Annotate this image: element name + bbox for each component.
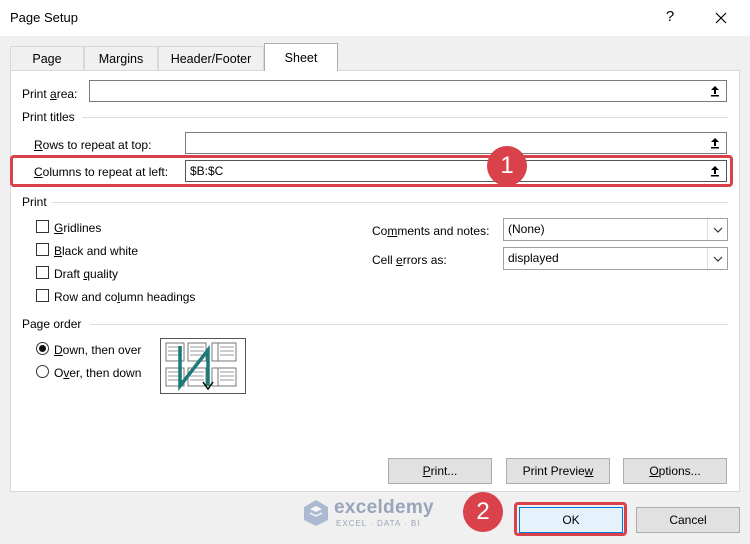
tab-sheet[interactable]: Sheet [264, 43, 338, 71]
draft-quality-checkbox[interactable] [36, 266, 49, 279]
draft-quality-label: Draft quality [54, 267, 119, 281]
cols-repeat-collapse-button[interactable] [705, 162, 725, 180]
print-preview-button[interactable]: Print Preview [506, 458, 610, 484]
upload-arrow-icon [711, 166, 719, 177]
print-area-collapse-button[interactable] [705, 82, 725, 100]
print-titles-separator [82, 117, 728, 118]
help-button[interactable]: ? [658, 8, 682, 28]
over-then-down-radio[interactable] [36, 365, 49, 378]
cell-errors-select-value: displayed [508, 251, 559, 265]
exceldemy-watermark: exceldemy EXCEL · DATA · BI [300, 496, 460, 532]
row-column-headings-checkbox[interactable] [36, 289, 49, 302]
upload-arrow-icon [711, 86, 719, 97]
page-order-header: Page order [22, 317, 82, 331]
tab-page[interactable]: Page [10, 46, 84, 70]
annotation-badge-2: 2 [463, 492, 503, 532]
watermark-sub: EXCEL · DATA · BI [336, 519, 421, 528]
rows-repeat-collapse-button[interactable] [705, 134, 725, 152]
row-column-headings-label: Row and column headings [54, 290, 196, 304]
exceldemy-logo-icon [304, 500, 328, 526]
cell-errors-label: Cell errors as: [372, 253, 447, 267]
print-area-label: Print area: [22, 87, 78, 101]
watermark-name: exceldemy [334, 497, 434, 518]
rows-repeat-label: Rows to repeat at top: [34, 138, 152, 152]
cell-errors-select[interactable]: displayed [503, 247, 728, 270]
gridlines-checkbox[interactable] [36, 220, 49, 233]
tab-header-footer[interactable]: Header/Footer [158, 46, 264, 70]
over-then-down-label: Over, then down [54, 366, 142, 380]
options-button[interactable]: Options... [623, 458, 727, 484]
chevron-down-icon [707, 219, 727, 240]
print-separator [52, 202, 728, 203]
page-order-preview-icon [160, 338, 246, 394]
print-area-input[interactable] [89, 80, 727, 102]
cols-repeat-label: Columns to repeat at left: [34, 165, 169, 179]
black-and-white-label: Black and white [54, 244, 139, 258]
comments-select-value: (None) [508, 222, 545, 236]
chevron-down-icon [707, 248, 727, 269]
print-titles-header: Print titles [22, 110, 75, 124]
close-button[interactable] [706, 4, 736, 32]
comments-select[interactable]: (None) [503, 218, 728, 241]
tab-margins[interactable]: Margins [84, 46, 158, 70]
rows-repeat-input[interactable] [185, 132, 727, 154]
cancel-button[interactable]: Cancel [636, 507, 740, 533]
page-order-separator [90, 324, 728, 325]
upload-arrow-icon [711, 138, 719, 149]
print-header: Print [22, 195, 47, 209]
title-bar: Page Setup ? [0, 0, 750, 36]
annotation-badge-1: 1 [487, 146, 527, 186]
down-then-over-radio[interactable] [36, 342, 49, 355]
close-icon [715, 12, 727, 24]
black-and-white-checkbox[interactable] [36, 243, 49, 256]
ok-button[interactable]: OK [519, 507, 623, 533]
gridlines-label: Gridlines [54, 221, 102, 235]
cols-repeat-input[interactable]: $B:$C [185, 160, 727, 182]
dialog-title: Page Setup [10, 10, 78, 25]
print-button[interactable]: Print... [388, 458, 492, 484]
comments-label: Comments and notes: [372, 224, 490, 238]
down-then-over-label: Down, then over [54, 343, 142, 357]
